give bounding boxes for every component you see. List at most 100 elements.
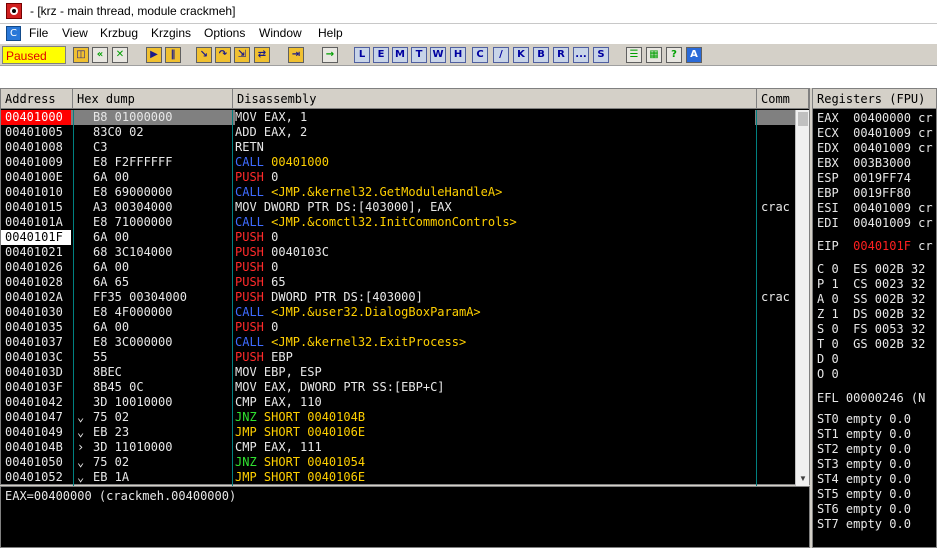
handles-window-button[interactable]: H	[450, 47, 466, 63]
windows-window-button[interactable]: W	[430, 47, 446, 63]
menu-options[interactable]: Options	[204, 26, 245, 40]
fpu-register[interactable]: ST7 empty 0.0	[817, 517, 911, 532]
fpu-register[interactable]: ST1 empty 0.0	[817, 427, 911, 442]
breakpoints-window-button[interactable]: B	[533, 47, 549, 63]
flag-row[interactable]: D 0	[817, 352, 839, 367]
menu-help[interactable]: Help	[318, 26, 343, 40]
restart-icon[interactable]: «	[92, 47, 108, 63]
flag-row[interactable]: P 1 CS 0023 32	[817, 277, 925, 292]
disassembly-row[interactable]: 00401021 68 3C104000 PUSH 0040103C	[1, 245, 795, 260]
flag-row[interactable]: Z 1 DS 002B 32	[817, 307, 925, 322]
register-eax[interactable]: EAX 00400000 cr	[817, 111, 933, 126]
register-esi[interactable]: ESI 00401009 cr	[817, 201, 933, 216]
step-over-icon[interactable]: ↷	[215, 47, 231, 63]
row-hex: C3	[93, 140, 108, 154]
register-edx[interactable]: EDX 00401009 cr	[817, 141, 933, 156]
column-header-hex-dump[interactable]: Hex dump	[73, 89, 233, 109]
disassembly-row[interactable]: 00401010 E8 69000000 CALL <JMP.&kernel32.G…	[1, 185, 795, 200]
disassembly-row[interactable]: 00401049 ⌄ EB 23 JMP SHORT 0040106E	[1, 425, 795, 440]
call-stack-window-button[interactable]: K	[513, 47, 529, 63]
disassembly-row[interactable]: 0040101F 6A 00 PUSH 0	[1, 230, 795, 245]
disassembly-row[interactable]: 00401052 ⌄ EB 1A JMP SHORT 0040106E	[1, 470, 795, 485]
disassembly-row[interactable]: 0040103F 8B45 0C MOV EAX, DWORD PTR SS:[EB…	[1, 380, 795, 395]
executables-window-button[interactable]: E	[373, 47, 389, 63]
flag-row[interactable]: O 0	[817, 367, 839, 382]
disassembly-row[interactable]: 00401028 6A 65 PUSH 65	[1, 275, 795, 290]
run-icon[interactable]: ▶	[146, 47, 162, 63]
disassembly-row[interactable]: 00401000 B8 01000000 MOV EAX, 1	[1, 110, 795, 125]
registers-pane[interactable]: Registers (FPU) EAX 00400000 cr ECX 00401…	[812, 88, 937, 548]
register-edi[interactable]: EDI 00401009 cr	[817, 216, 933, 231]
trace-over-icon[interactable]: ⇄	[254, 47, 270, 63]
fpu-register[interactable]: ST3 empty 0.0	[817, 457, 911, 472]
about-icon[interactable]: A	[686, 47, 702, 63]
menu-window[interactable]: Window	[259, 26, 302, 40]
disassembly-row[interactable]: 00401037 E8 3C000000 CALL <JMP.&kernel32.E…	[1, 335, 795, 350]
patches-window-button[interactable]: /	[493, 47, 509, 63]
fpu-register[interactable]: ST0 empty 0.0	[817, 412, 911, 427]
source-window-button[interactable]: S	[593, 47, 609, 63]
fpu-register[interactable]: ST6 empty 0.0	[817, 502, 911, 517]
row-address: 00401035	[5, 320, 63, 334]
menu-file[interactable]: File	[29, 26, 48, 40]
flag-row[interactable]: S 0 FS 0053 32	[817, 322, 925, 337]
scrollbar-thumb[interactable]	[798, 112, 808, 126]
disassembly-row[interactable]: 0040101A E8 71000000 CALL <JMP.&comctl32.I…	[1, 215, 795, 230]
fpu-register[interactable]: ST4 empty 0.0	[817, 472, 911, 487]
disassembly-row[interactable]: 0040104B › 3D 11010000 CMP EAX, 111	[1, 440, 795, 455]
disassembly-row[interactable]: 00401042 3D 10010000 CMP EAX, 110	[1, 395, 795, 410]
register-efl[interactable]: EFL 00000246 (N	[817, 391, 925, 406]
disassembly-row[interactable]: 0040102A FF35 00304000 PUSH DWORD PTR DS:[…	[1, 290, 795, 305]
threads-window-button[interactable]: T	[411, 47, 427, 63]
references-window-button[interactable]: R	[553, 47, 569, 63]
step-into-icon[interactable]: ↘	[196, 47, 212, 63]
disassembly-row[interactable]: 0040103C 55 PUSH EBP	[1, 350, 795, 365]
debugging-options-icon[interactable]: ☰	[626, 47, 642, 63]
help-icon[interactable]: ?	[666, 47, 682, 63]
column-header-disassembly[interactable]: Disassembly	[233, 89, 757, 109]
disassembly-pane[interactable]: Address Hex dump Disassembly Comm 004010…	[0, 88, 810, 486]
close-program-icon[interactable]: ✕	[112, 47, 128, 63]
fpu-register[interactable]: ST5 empty 0.0	[817, 487, 911, 502]
register-esp[interactable]: ESP 0019FF74	[817, 171, 911, 186]
goto-icon[interactable]: →	[322, 47, 338, 63]
flag-row[interactable]: A 0 SS 002B 32	[817, 292, 925, 307]
execute-till-return-icon[interactable]: ⇥	[288, 47, 304, 63]
menu-view[interactable]: View	[62, 26, 88, 40]
register-eip[interactable]: EIP 0040101F cr	[817, 239, 933, 254]
vertical-scrollbar[interactable]: ▼	[795, 110, 809, 486]
cpu-window-button[interactable]: C	[472, 47, 488, 63]
disassembly-row[interactable]: 00401005 83C0 02 ADD EAX, 2	[1, 125, 795, 140]
flag-row[interactable]: C 0 ES 002B 32	[817, 262, 925, 277]
menu-krzbug[interactable]: Krzbug	[100, 26, 138, 40]
registers-header[interactable]: Registers (FPU)	[813, 89, 936, 109]
register-ecx[interactable]: ECX 00401009 cr	[817, 126, 933, 141]
pause-icon[interactable]: ‖	[165, 47, 181, 63]
appearance-options-icon[interactable]: ▦	[646, 47, 662, 63]
column-header-address[interactable]: Address	[1, 89, 73, 109]
disassembly-row[interactable]: 00401015 A3 00304000 MOV DWORD PTR DS:[403…	[1, 200, 795, 215]
open-icon[interactable]: ◫	[73, 47, 89, 63]
disassembly-row[interactable]: 00401008 C3 RETN	[1, 140, 795, 155]
disassembly-row[interactable]: 0040103D 8BEC MOV EBP, ESP	[1, 365, 795, 380]
trace-into-icon[interactable]: ⇲	[234, 47, 250, 63]
log-window-button[interactable]: L	[354, 47, 370, 63]
disassembly-row[interactable]: 0040100E 6A 00 PUSH 0	[1, 170, 795, 185]
run-trace-window-button[interactable]: ...	[573, 47, 589, 63]
memory-window-button[interactable]: M	[392, 47, 408, 63]
menu-krzgins[interactable]: Krzgins	[151, 26, 191, 40]
fpu-register[interactable]: ST2 empty 0.0	[817, 442, 911, 457]
row-address: 00401015	[5, 200, 63, 214]
disassembly-row[interactable]: 00401035 6A 00 PUSH 0	[1, 320, 795, 335]
disassembly-row[interactable]: 00401026 6A 00 PUSH 0	[1, 260, 795, 275]
column-header-comment[interactable]: Comm	[757, 89, 809, 109]
scroll-down-icon[interactable]: ▼	[796, 474, 810, 486]
flag-row[interactable]: T 0 GS 002B 32	[817, 337, 925, 352]
cpu-window-icon[interactable]: C	[6, 26, 21, 41]
register-ebp[interactable]: EBP 0019FF80	[817, 186, 911, 201]
disassembly-row[interactable]: 00401009 E8 F2FFFFFF CALL 00401000	[1, 155, 795, 170]
disassembly-row[interactable]: 00401030 E8 4F000000 CALL <JMP.&user32.Dia…	[1, 305, 795, 320]
disassembly-row[interactable]: 00401047 ⌄ 75 02 JNZ SHORT 0040104B	[1, 410, 795, 425]
register-ebx[interactable]: EBX 003B3000	[817, 156, 911, 171]
disassembly-row[interactable]: 00401050 ⌄ 75 02 JNZ SHORT 00401054	[1, 455, 795, 470]
